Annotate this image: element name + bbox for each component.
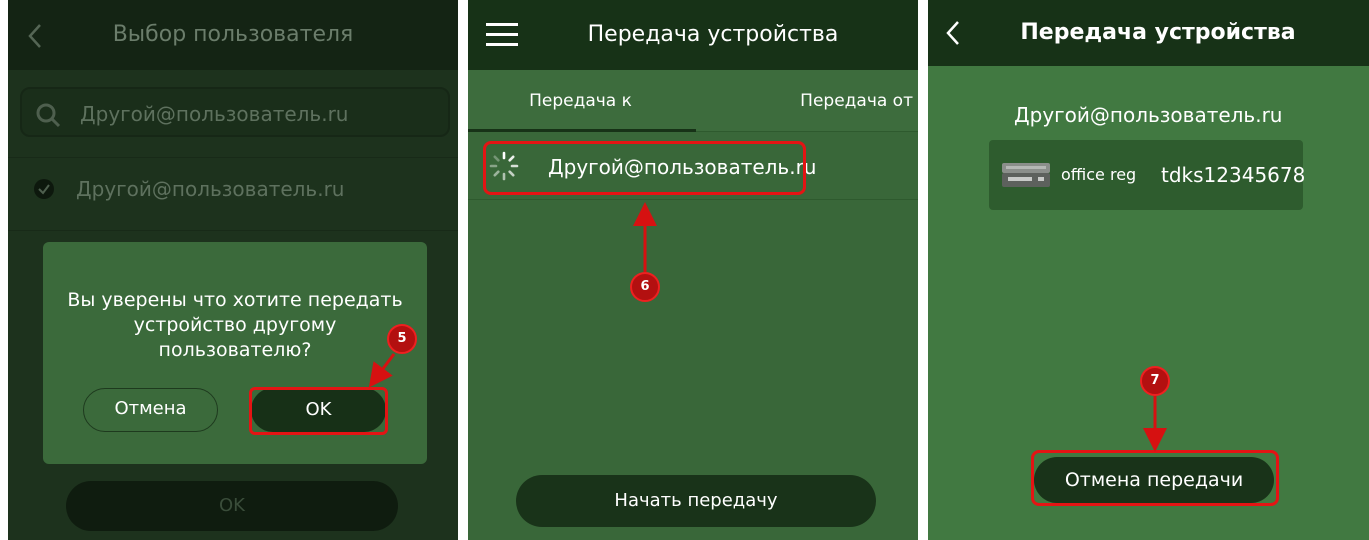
tab-bar: Передача к Передача от — [468, 70, 918, 132]
hamburger-menu-icon[interactable] — [486, 23, 518, 47]
step-marker-6: 6 — [630, 272, 660, 302]
search-icon — [36, 103, 61, 128]
recipient-user: Другой@пользователь.ru — [1014, 103, 1283, 127]
tab-transfer-from[interactable]: Передача от — [693, 70, 913, 132]
check-circle-icon[interactable] — [34, 179, 54, 199]
dvr-recorder-icon — [1002, 163, 1050, 187]
dialog-message: Вы уверены что хотите передать устройств… — [67, 289, 403, 361]
bottom-ok-button[interactable]: OK — [66, 481, 398, 531]
page-title: Выбор пользователя — [112, 22, 354, 47]
dialog-cancel-button[interactable]: Отмена — [83, 388, 218, 432]
tab-transfer-to[interactable]: Передача к — [468, 70, 693, 132]
back-arrow-icon[interactable] — [944, 19, 962, 47]
page-title: Передача устройства — [1020, 20, 1296, 45]
page-title: Передача устройства — [587, 22, 839, 47]
user-list-item[interactable]: Другой@пользователь.ru — [76, 172, 344, 206]
user-select-screen: Выбор пользователя Другой@пользователь.r… — [8, 0, 458, 540]
divider — [468, 199, 918, 200]
highlight-cancel-box — [1031, 450, 1279, 506]
highlight-user-box — [483, 141, 806, 195]
divider — [8, 230, 458, 231]
step-marker-5: 5 — [387, 324, 417, 354]
search-value: Другой@пользователь.ru — [80, 102, 349, 126]
transfer-pending-screen: Передача устройства Другой@пользователь.… — [928, 0, 1369, 540]
start-transfer-button[interactable]: Начать передачу — [516, 475, 876, 527]
step-marker-7: 7 — [1140, 366, 1170, 396]
search-input[interactable]: Другой@пользователь.ru — [20, 87, 450, 137]
active-tab-indicator — [468, 129, 696, 132]
device-card[interactable]: office reg tdks12345678 — [989, 140, 1306, 210]
device-serial: tdks12345678 — [1161, 163, 1306, 187]
device-name: office reg — [1061, 165, 1137, 184]
device-transfer-screen: Передача устройства Передача к Передача … — [468, 0, 918, 540]
highlight-ok-box — [249, 387, 388, 435]
divider — [8, 157, 458, 158]
